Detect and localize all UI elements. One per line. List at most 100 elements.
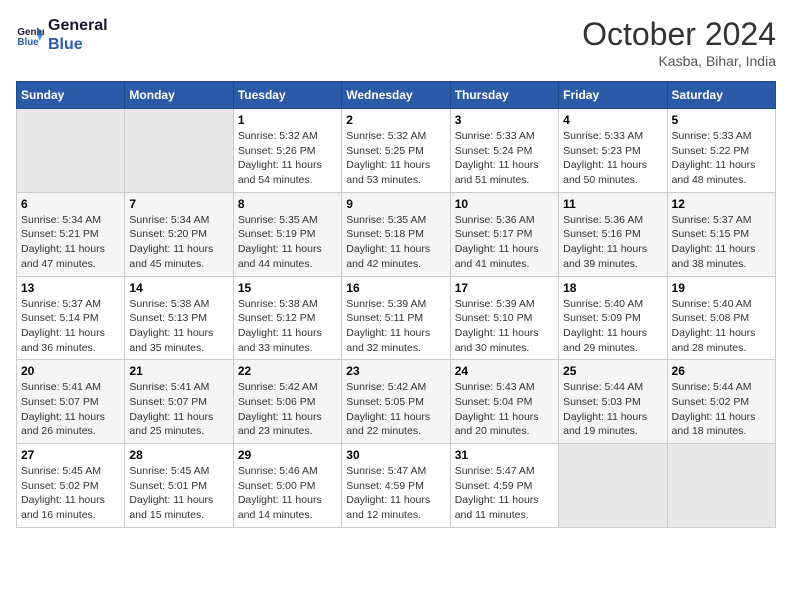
calendar-cell: 18 Sunrise: 5:40 AM Sunset: 5:09 PM Dayli… (559, 276, 667, 360)
calendar-cell: 22 Sunrise: 5:42 AM Sunset: 5:06 PM Dayli… (233, 360, 341, 444)
weekday-header-tuesday: Tuesday (233, 82, 341, 109)
day-info: Sunrise: 5:43 AM Sunset: 5:04 PM Dayligh… (455, 380, 554, 439)
day-number: 31 (455, 448, 554, 462)
day-number: 6 (21, 197, 120, 211)
day-number: 23 (346, 364, 445, 378)
day-info: Sunrise: 5:46 AM Sunset: 5:00 PM Dayligh… (238, 464, 337, 523)
calendar-cell: 4Sunrise: 5:33 AM Sunset: 5:23 PM Daylig… (559, 109, 667, 193)
day-number: 14 (129, 281, 228, 295)
day-number: 11 (563, 197, 662, 211)
day-number: 28 (129, 448, 228, 462)
page-header: General Blue General Blue October 2024 K… (16, 16, 776, 69)
calendar-week-row: 20 Sunrise: 5:41 AM Sunset: 5:07 PM Dayli… (17, 360, 776, 444)
title-area: October 2024 Kasba, Bihar, India (582, 16, 776, 69)
day-number: 17 (455, 281, 554, 295)
day-number: 2 (346, 113, 445, 127)
calendar-cell: 12 Sunrise: 5:37 AM Sunset: 5:15 PM Dayli… (667, 192, 775, 276)
day-info: Sunrise: 5:33 AM Sunset: 5:23 PM Dayligh… (563, 129, 662, 188)
day-info: Sunrise: 5:39 AM Sunset: 5:11 PM Dayligh… (346, 297, 445, 356)
calendar-cell: 21 Sunrise: 5:41 AM Sunset: 5:07 PM Dayli… (125, 360, 233, 444)
calendar-cell: 7 Sunrise: 5:34 AM Sunset: 5:20 PM Daylig… (125, 192, 233, 276)
calendar-cell: 19 Sunrise: 5:40 AM Sunset: 5:08 PM Dayli… (667, 276, 775, 360)
calendar-week-row: 1 Sunrise: 5:32 AM Sunset: 5:26 PM Daylig… (17, 109, 776, 193)
day-info: Sunrise: 5:45 AM Sunset: 5:02 PM Dayligh… (21, 464, 120, 523)
day-number: 25 (563, 364, 662, 378)
calendar-cell: 20Sunrise: 5:41 AM Sunset: 5:07 PM Dayli… (17, 360, 125, 444)
calendar-cell: 13Sunrise: 5:37 AM Sunset: 5:14 PM Dayli… (17, 276, 125, 360)
logo-blue: Blue (48, 35, 108, 54)
day-number: 30 (346, 448, 445, 462)
calendar-cell (125, 109, 233, 193)
calendar-cell: 17Sunrise: 5:39 AM Sunset: 5:10 PM Dayli… (450, 276, 558, 360)
day-info: Sunrise: 5:38 AM Sunset: 5:12 PM Dayligh… (238, 297, 337, 356)
day-number: 19 (672, 281, 771, 295)
day-number: 13 (21, 281, 120, 295)
day-number: 27 (21, 448, 120, 462)
calendar-cell: 29 Sunrise: 5:46 AM Sunset: 5:00 PM Dayli… (233, 444, 341, 528)
day-info: Sunrise: 5:42 AM Sunset: 5:06 PM Dayligh… (238, 380, 337, 439)
day-number: 18 (563, 281, 662, 295)
calendar-week-row: 6 Sunrise: 5:34 AM Sunset: 5:21 PM Daylig… (17, 192, 776, 276)
calendar-cell: 23 Sunrise: 5:42 AM Sunset: 5:05 PM Dayli… (342, 360, 450, 444)
day-info: Sunrise: 5:36 AM Sunset: 5:16 PM Dayligh… (563, 213, 662, 272)
day-info: Sunrise: 5:37 AM Sunset: 5:15 PM Dayligh… (672, 213, 771, 272)
calendar-cell: 24 Sunrise: 5:43 AM Sunset: 5:04 PM Dayli… (450, 360, 558, 444)
calendar-cell: 1 Sunrise: 5:32 AM Sunset: 5:26 PM Daylig… (233, 109, 341, 193)
logo: General Blue General Blue (16, 16, 108, 54)
month-title: October 2024 (582, 16, 776, 53)
weekday-header-sunday: Sunday (17, 82, 125, 109)
calendar-cell: 30Sunrise: 5:47 AM Sunset: 4:59 PM Dayli… (342, 444, 450, 528)
calendar-week-row: 13Sunrise: 5:37 AM Sunset: 5:14 PM Dayli… (17, 276, 776, 360)
day-info: Sunrise: 5:44 AM Sunset: 5:02 PM Dayligh… (672, 380, 771, 439)
calendar-cell: 26 Sunrise: 5:44 AM Sunset: 5:02 PM Dayli… (667, 360, 775, 444)
day-number: 29 (238, 448, 337, 462)
day-info: Sunrise: 5:35 AM Sunset: 5:19 PM Dayligh… (238, 213, 337, 272)
day-number: 24 (455, 364, 554, 378)
calendar-cell: 2 Sunrise: 5:32 AM Sunset: 5:25 PM Daylig… (342, 109, 450, 193)
logo-general: General (48, 16, 108, 35)
day-number: 7 (129, 197, 228, 211)
day-number: 22 (238, 364, 337, 378)
day-number: 16 (346, 281, 445, 295)
calendar-cell: 31 Sunrise: 5:47 AM Sunset: 4:59 PM Dayli… (450, 444, 558, 528)
weekday-header-wednesday: Wednesday (342, 82, 450, 109)
day-number: 12 (672, 197, 771, 211)
day-info: Sunrise: 5:34 AM Sunset: 5:20 PM Dayligh… (129, 213, 228, 272)
calendar-cell: 16 Sunrise: 5:39 AM Sunset: 5:11 PM Dayli… (342, 276, 450, 360)
day-number: 5 (672, 113, 771, 127)
day-number: 20 (21, 364, 120, 378)
day-number: 9 (346, 197, 445, 211)
calendar-cell: 10Sunrise: 5:36 AM Sunset: 5:17 PM Dayli… (450, 192, 558, 276)
calendar-cell: 25Sunrise: 5:44 AM Sunset: 5:03 PM Dayli… (559, 360, 667, 444)
calendar-cell (667, 444, 775, 528)
day-info: Sunrise: 5:45 AM Sunset: 5:01 PM Dayligh… (129, 464, 228, 523)
day-info: Sunrise: 5:35 AM Sunset: 5:18 PM Dayligh… (346, 213, 445, 272)
day-number: 21 (129, 364, 228, 378)
day-info: Sunrise: 5:34 AM Sunset: 5:21 PM Dayligh… (21, 213, 120, 272)
weekday-header-saturday: Saturday (667, 82, 775, 109)
calendar-cell: 27 Sunrise: 5:45 AM Sunset: 5:02 PM Dayli… (17, 444, 125, 528)
day-info: Sunrise: 5:32 AM Sunset: 5:26 PM Dayligh… (238, 129, 337, 188)
weekday-header-monday: Monday (125, 82, 233, 109)
calendar-cell: 15 Sunrise: 5:38 AM Sunset: 5:12 PM Dayli… (233, 276, 341, 360)
weekday-header-thursday: Thursday (450, 82, 558, 109)
day-number: 26 (672, 364, 771, 378)
weekday-header-friday: Friday (559, 82, 667, 109)
calendar-cell: 3Sunrise: 5:33 AM Sunset: 5:24 PM Daylig… (450, 109, 558, 193)
day-info: Sunrise: 5:41 AM Sunset: 5:07 PM Dayligh… (129, 380, 228, 439)
day-info: Sunrise: 5:33 AM Sunset: 5:22 PM Dayligh… (672, 129, 771, 188)
day-info: Sunrise: 5:40 AM Sunset: 5:09 PM Dayligh… (563, 297, 662, 356)
calendar-cell (559, 444, 667, 528)
calendar-cell: 8Sunrise: 5:35 AM Sunset: 5:19 PM Daylig… (233, 192, 341, 276)
svg-text:Blue: Blue (17, 37, 39, 48)
calendar-cell: 14Sunrise: 5:38 AM Sunset: 5:13 PM Dayli… (125, 276, 233, 360)
calendar-cell: 5 Sunrise: 5:33 AM Sunset: 5:22 PM Daylig… (667, 109, 775, 193)
day-info: Sunrise: 5:32 AM Sunset: 5:25 PM Dayligh… (346, 129, 445, 188)
day-number: 1 (238, 113, 337, 127)
logo-icon: General Blue (16, 21, 44, 49)
day-info: Sunrise: 5:42 AM Sunset: 5:05 PM Dayligh… (346, 380, 445, 439)
calendar-table: SundayMondayTuesdayWednesdayThursdayFrid… (16, 81, 776, 528)
day-number: 15 (238, 281, 337, 295)
day-info: Sunrise: 5:47 AM Sunset: 4:59 PM Dayligh… (455, 464, 554, 523)
day-info: Sunrise: 5:40 AM Sunset: 5:08 PM Dayligh… (672, 297, 771, 356)
